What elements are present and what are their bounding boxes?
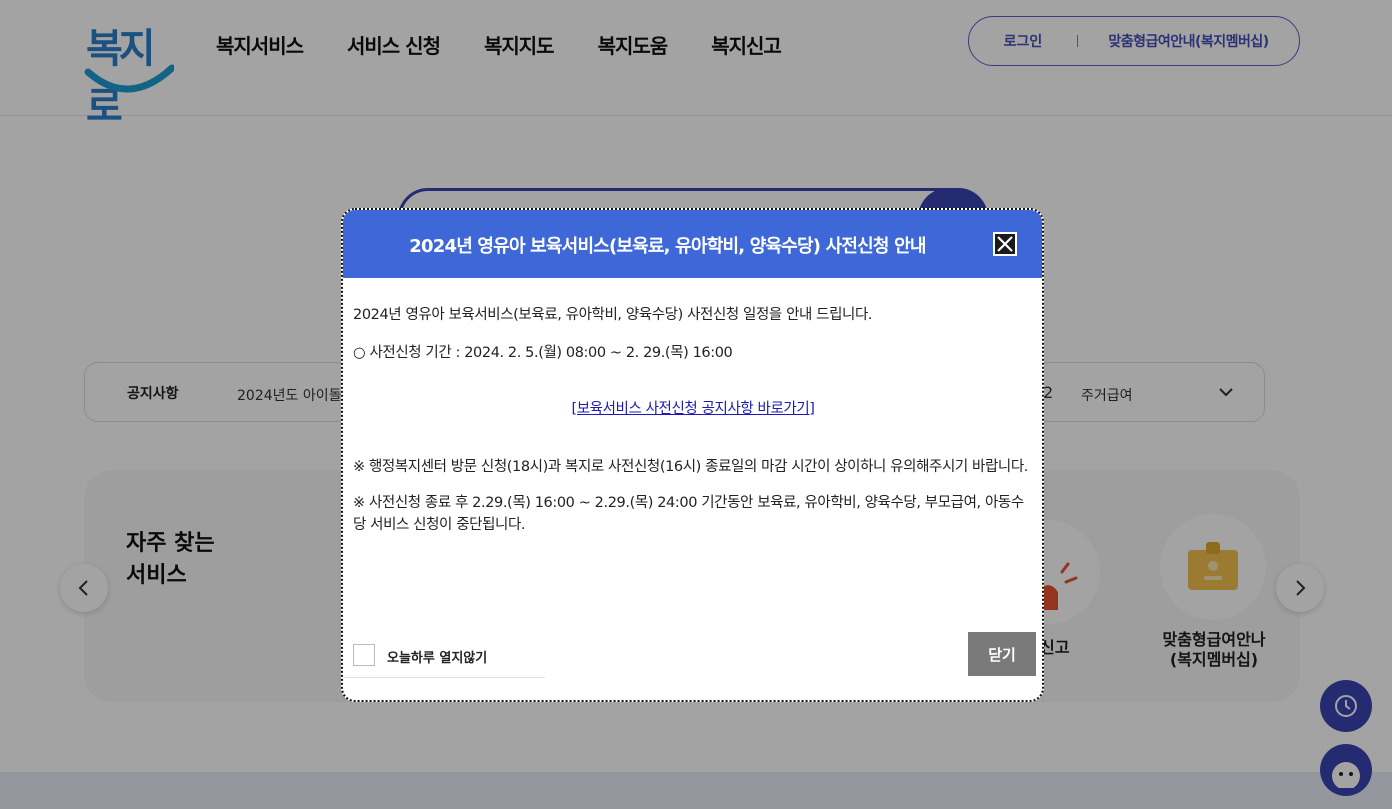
- modal-close-icon-button[interactable]: [993, 232, 1017, 256]
- footer-divider: [343, 677, 545, 678]
- close-icon: [997, 236, 1013, 252]
- modal-period-text: ○ 사전신청 기간 : 2024. 2. 5.(월) 08:00 ~ 2. 29…: [353, 345, 733, 361]
- modal-title: 2024년 영유아 보육서비스(보육료, 유아학비, 양육수당) 사전신청 안내: [409, 236, 926, 257]
- modal-body: 2024년 영유아 보육서비스(보육료, 유아학비, 양육수당) 사전신청 일정…: [353, 304, 1033, 536]
- notice-popup-modal: 2024년 영유아 보육서비스(보육료, 유아학비, 양육수당) 사전신청 안내…: [341, 208, 1044, 702]
- modal-header: 2024년 영유아 보육서비스(보육료, 유아학비, 양육수당) 사전신청 안내: [343, 210, 1042, 278]
- modal-note-deadline: ※ 행정복지센터 방문 신청(18시)과 복지로 사전신청(16시) 종료일의 …: [353, 459, 1029, 475]
- dont-show-today-checkbox[interactable]: [353, 644, 375, 666]
- modal-close-button[interactable]: 닫기: [968, 632, 1036, 676]
- modal-intro-text: 2024년 영유아 보육서비스(보육료, 유아학비, 양육수당) 사전신청 일정…: [353, 307, 873, 323]
- modal-note-suspension: ※ 사전신청 종료 후 2.29.(목) 16:00 ~ 2.29.(목) 24…: [353, 495, 1024, 533]
- notice-shortcut-link[interactable]: [보육서비스 사전신청 공지사항 바로가기]: [353, 398, 1033, 420]
- dont-show-today-label[interactable]: 오늘하루 열지않기: [387, 647, 487, 666]
